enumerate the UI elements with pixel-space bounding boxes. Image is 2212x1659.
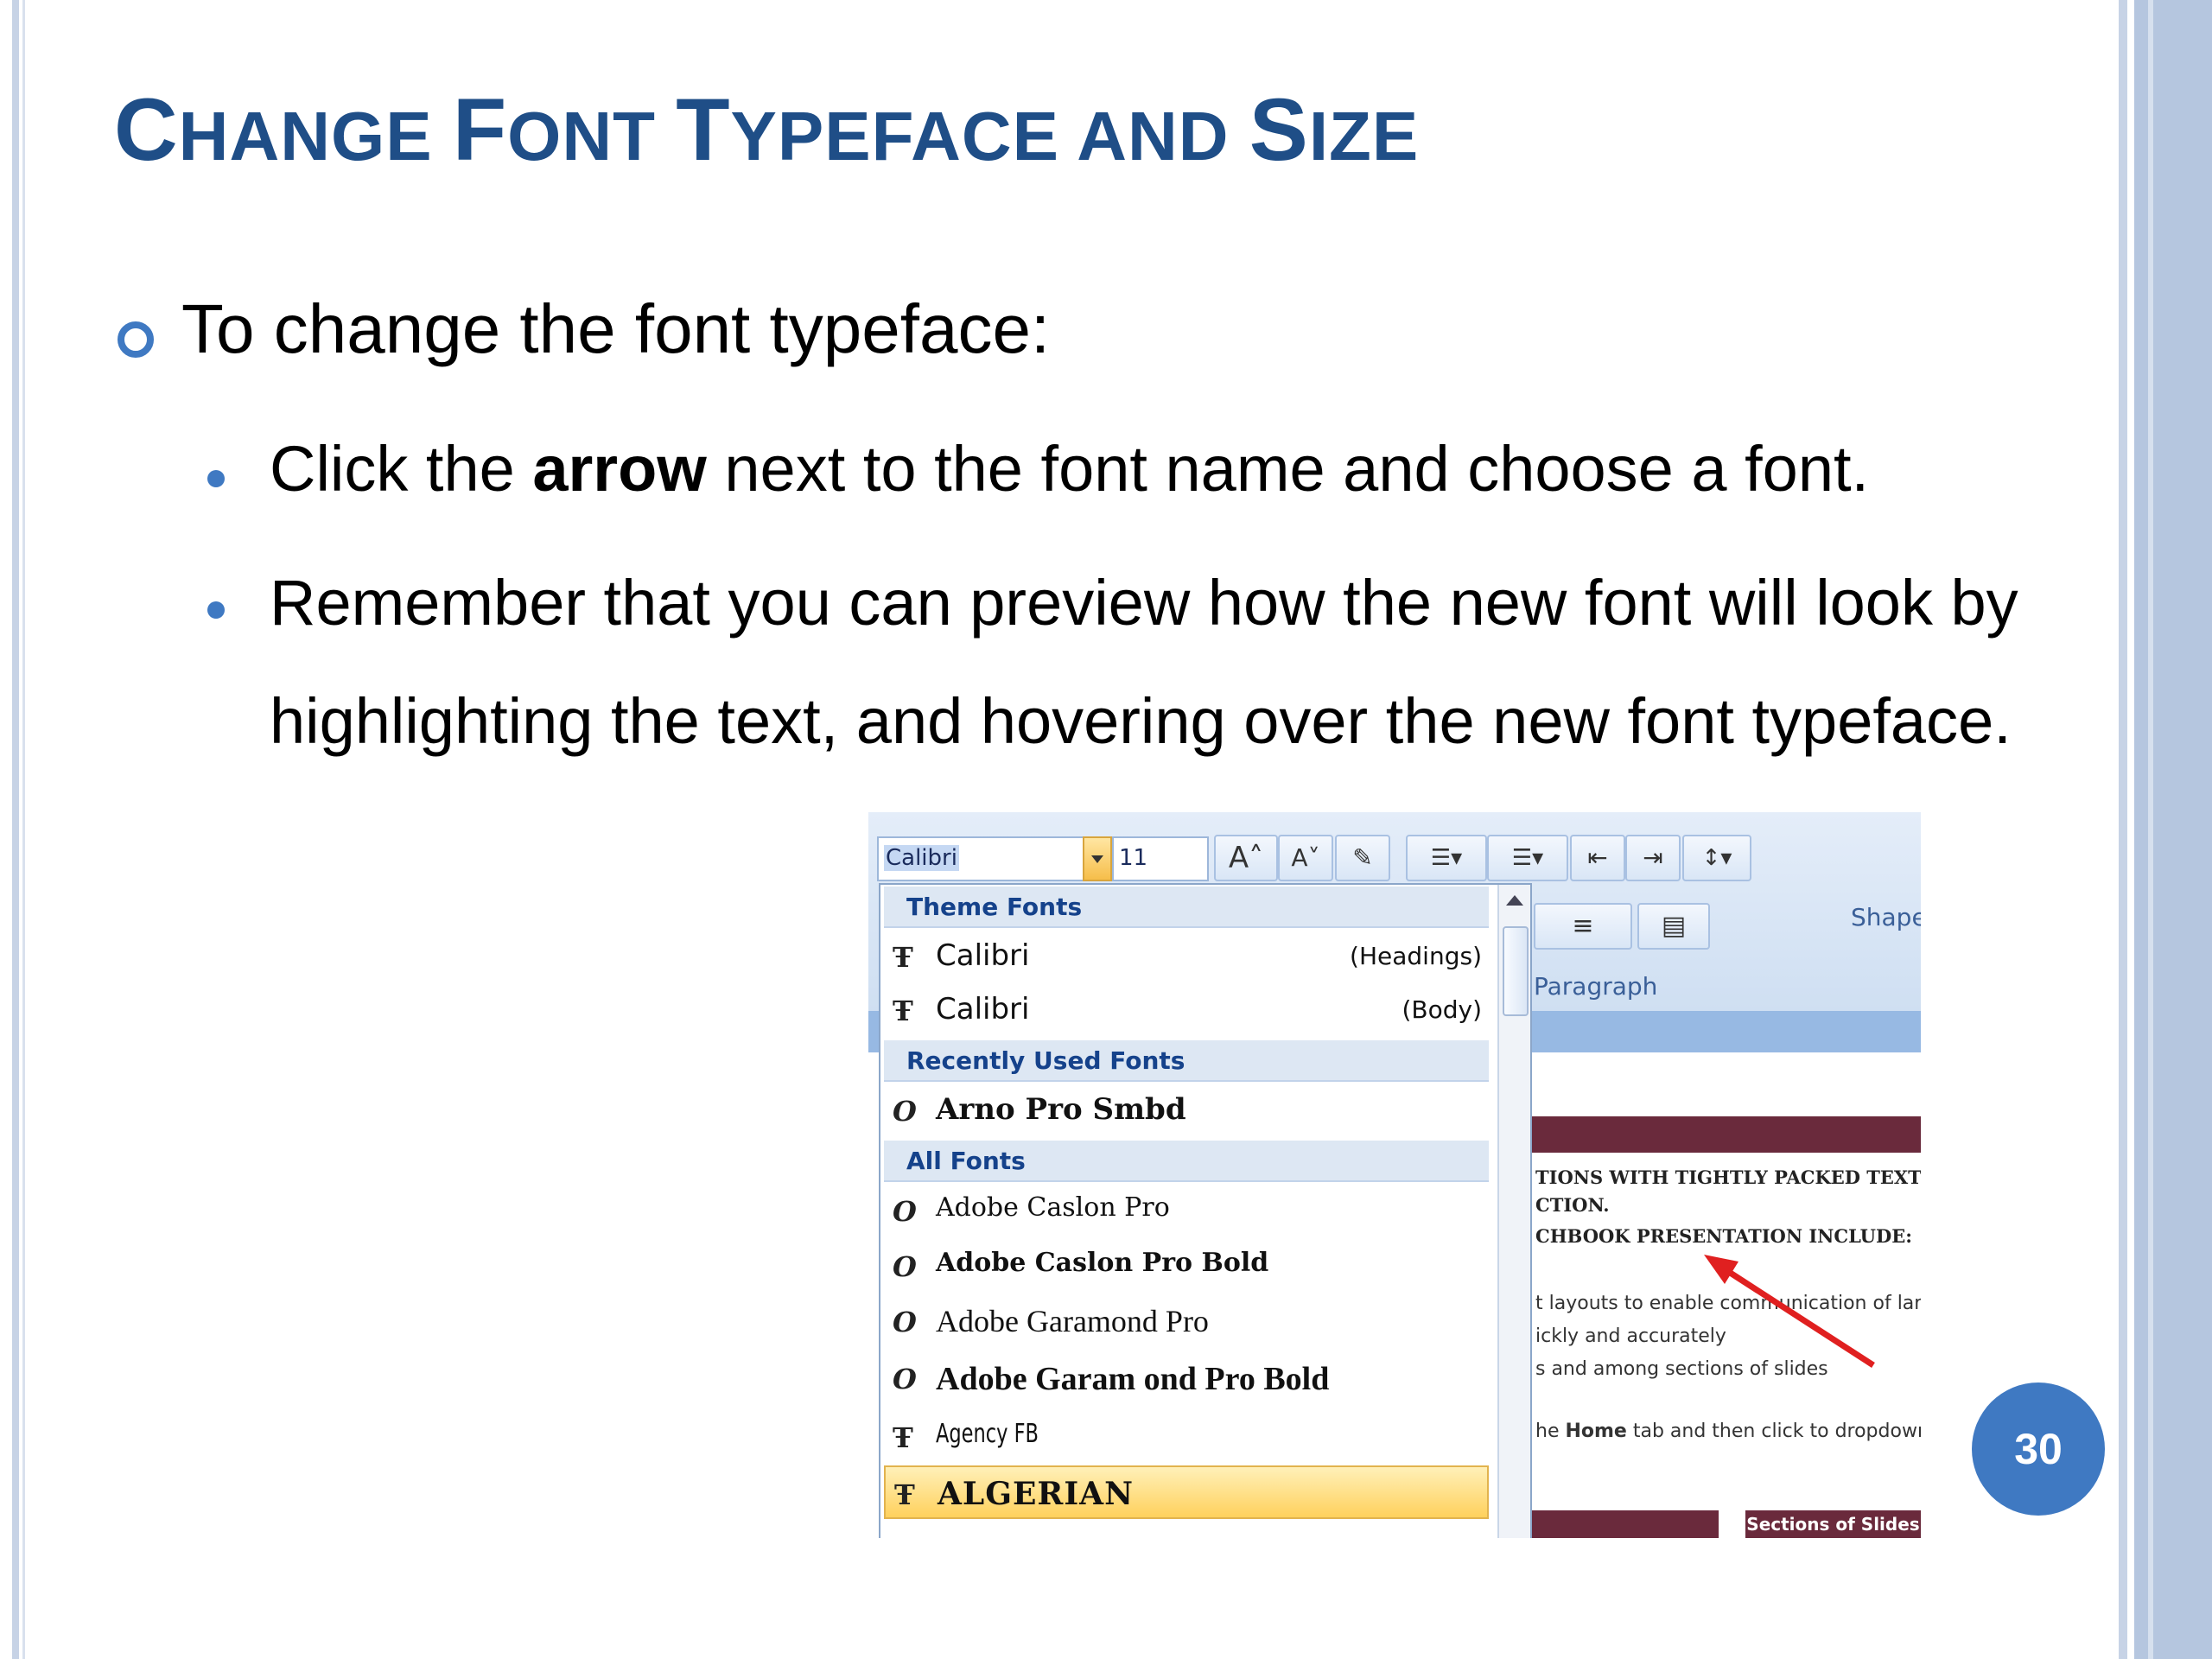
red-arrow-overlay bbox=[1704, 1255, 1875, 1368]
red-arrow-head-icon bbox=[1704, 1255, 1738, 1284]
red-arrow-line bbox=[1718, 1263, 1875, 1368]
page-number-badge: 30 bbox=[1972, 1382, 2105, 1516]
